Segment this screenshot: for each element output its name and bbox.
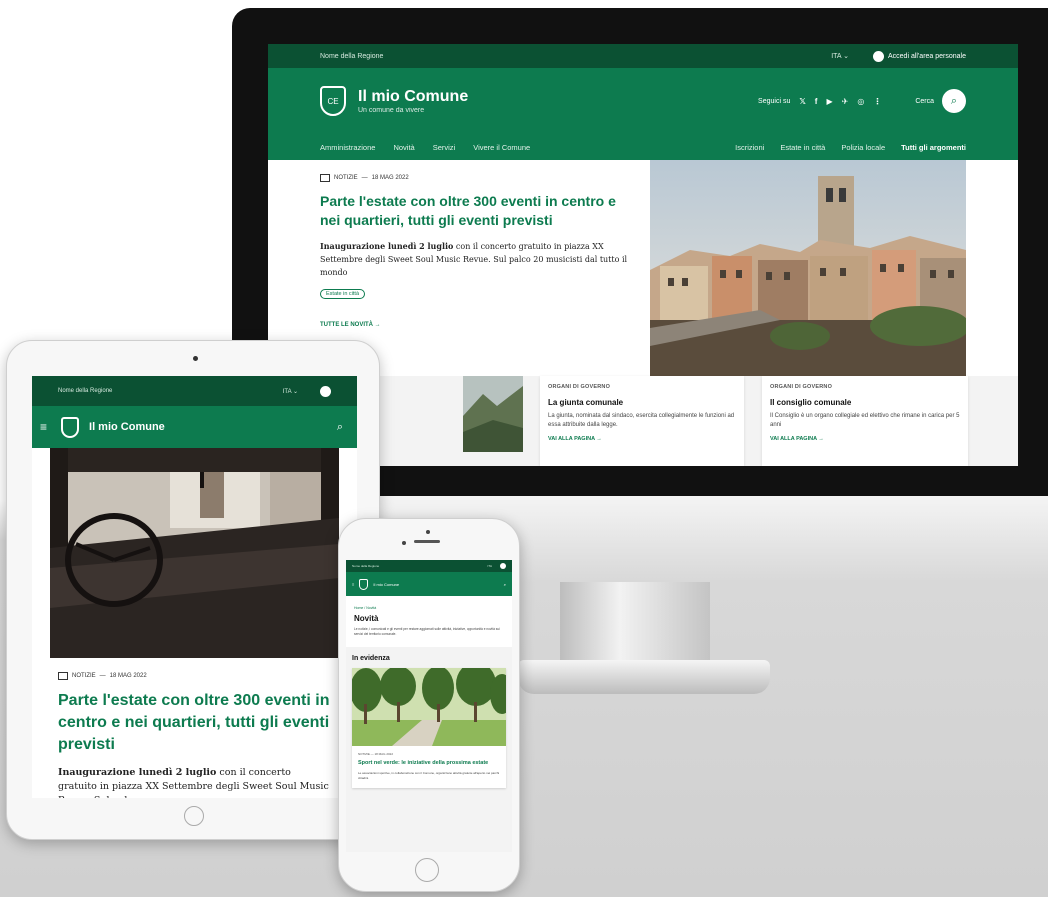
phone-screen: Nome della Regione ITA ≡ Il mio Comune ⌕… <box>346 560 512 852</box>
language-selector[interactable]: ITA <box>488 564 492 568</box>
phone-home-button <box>415 858 439 882</box>
section-title: In evidenza <box>352 655 390 662</box>
phone-sensor <box>402 541 406 545</box>
featured-section: In evidenza NOTIZIE — 18 MAG 2022 Sport … <box>346 647 512 852</box>
card-link[interactable]: VAI ALLA PAGINA → <box>548 436 736 442</box>
site-brand[interactable]: Il mio Comune Un comune da vivere <box>358 88 758 114</box>
article-image <box>50 448 339 658</box>
article-body: Inaugurazione lunedì 2 luglio con il con… <box>58 767 329 798</box>
article-meta: NOTIZIE — 18 MAG 2022 <box>58 672 331 680</box>
card-thumbnail <box>463 376 523 452</box>
rss-icon[interactable]: ⋮ <box>873 97 881 106</box>
page-intro: Le notizie, i comunicati e gli eventi pe… <box>354 627 500 636</box>
all-news-link[interactable]: TUTTE LE NOVITÀ → <box>320 322 630 328</box>
nav-item-estate-in-citta[interactable]: Estate in città <box>780 143 825 152</box>
hamburger-menu-icon[interactable]: ≡ <box>352 582 354 587</box>
phone-header: ≡ Il mio Comune ⌕ <box>346 572 512 596</box>
comune-crest-icon[interactable] <box>61 416 80 438</box>
calendar-icon <box>58 672 68 680</box>
card-title[interactable]: Il consiglio comunale <box>770 398 960 407</box>
region-link[interactable]: Nome della Regione <box>58 388 283 394</box>
user-icon <box>873 50 884 62</box>
desktop-main-nav: Amministrazione Novità Servizi Vivere il… <box>268 134 1018 160</box>
social-links: Seguici su 𝕏 f ▶ ✈ ◎ ⋮ <box>758 97 881 106</box>
search-icon[interactable]: ⌕ <box>337 421 343 434</box>
governance-cards: ORGANI DI GOVERNO La giunta comunale La … <box>268 376 1018 466</box>
comune-crest-icon[interactable]: CE <box>320 86 346 116</box>
facebook-icon[interactable]: f <box>815 97 818 106</box>
article-title[interactable]: Parte l'estate con oltre 300 eventi in c… <box>58 690 331 756</box>
hamburger-menu-icon[interactable]: ≡ <box>40 420 47 434</box>
search-button[interactable]: Cerca ⌕ <box>915 89 966 113</box>
card-title[interactable]: Sport nel verde: le iniziative della pro… <box>358 760 500 767</box>
user-icon[interactable] <box>320 385 331 397</box>
tablet-screen: Nome della Regione ITA ⌄ ≡ Il mio Comune… <box>32 376 357 798</box>
search-label: Cerca <box>915 97 934 105</box>
site-subtitle: Un comune da vivere <box>358 107 425 114</box>
card-giunta[interactable]: ORGANI DI GOVERNO La giunta comunale La … <box>540 376 744 466</box>
twitter-icon[interactable]: 𝕏 <box>799 97 805 106</box>
site-title[interactable]: Il mio Comune <box>373 582 503 587</box>
whatsapp-icon[interactable]: ◎ <box>857 97 864 106</box>
language-selector[interactable]: ITA ⌄ <box>831 52 849 60</box>
card-consiglio[interactable]: ORGANI DI GOVERNO Il consiglio comunale … <box>762 376 968 466</box>
language-selector[interactable]: ITA ⌄ <box>283 388 298 395</box>
topic-chip[interactable]: Estate in città <box>320 289 366 299</box>
desktop-header: CE Il mio Comune Un comune da vivere Seg… <box>268 68 1018 134</box>
telegram-icon[interactable]: ✈ <box>842 97 849 106</box>
region-link[interactable]: Nome della Regione <box>320 53 831 60</box>
youtube-icon[interactable]: ▶ <box>826 97 832 106</box>
breadcrumb[interactable]: Home / Novità <box>354 606 504 610</box>
phone-speaker <box>414 540 440 543</box>
hero-section: NOTIZIE — 18 MAG 2022 Parte l'estate con… <box>268 160 1018 376</box>
nav-item-polizia-locale[interactable]: Polizia locale <box>841 143 885 152</box>
card-image <box>352 668 506 746</box>
region-link[interactable]: Nome della Regione <box>352 564 488 568</box>
featured-card[interactable]: NOTIZIE — 18 MAG 2022 Sport nel verde: l… <box>352 668 506 788</box>
follow-label: Seguici su <box>758 97 791 105</box>
hero-image <box>650 160 966 376</box>
nav-item-iscrizioni[interactable]: Iscrizioni <box>735 143 764 152</box>
nav-item-amministrazione[interactable]: Amministrazione <box>320 143 375 152</box>
tablet-topbar: Nome della Regione ITA ⌄ <box>32 376 357 406</box>
phone-camera <box>426 530 430 534</box>
calendar-icon <box>320 174 330 182</box>
card-text: Le associazioni sportive, in collaborazi… <box>358 771 500 780</box>
nav-item-servizi[interactable]: Servizi <box>433 143 456 152</box>
site-title[interactable]: Il mio Comune <box>89 421 337 433</box>
tablet-home-button <box>184 806 204 826</box>
hero-title[interactable]: Parte l'estate con oltre 300 eventi in c… <box>320 192 630 230</box>
card-link[interactable]: VAI ALLA PAGINA → <box>770 436 960 442</box>
card-title[interactable]: La giunta comunale <box>548 398 736 407</box>
phone-topbar: Nome della Regione ITA <box>346 560 512 572</box>
card-meta: NOTIZIE — 18 MAG 2022 <box>358 752 394 756</box>
desktop-topbar: Nome della Regione ITA ⌄ Accedi all'area… <box>268 44 1018 68</box>
monitor-stand-base <box>518 660 770 694</box>
monitor-stand <box>560 582 710 662</box>
nav-item-vivere-il-comune[interactable]: Vivere il Comune <box>473 143 530 152</box>
comune-crest-icon[interactable] <box>359 578 369 590</box>
tablet-camera <box>193 356 198 361</box>
site-title[interactable]: Il mio Comune <box>358 88 758 106</box>
hero-meta: NOTIZIE — 18 MAG 2022 <box>320 174 630 182</box>
login-button[interactable]: Accedi all'area personale <box>873 50 966 62</box>
hero-body: Inaugurazione lunedì 2 luglio con il con… <box>320 241 628 277</box>
user-icon[interactable] <box>500 563 506 569</box>
page-title: Novità <box>354 614 379 623</box>
search-icon[interactable]: ⌕ <box>942 89 966 113</box>
search-icon[interactable]: ⌕ <box>504 582 506 587</box>
desktop-screen: Nome della Regione ITA ⌄ Accedi all'area… <box>268 44 1018 466</box>
tablet-header: ≡ Il mio Comune ⌕ <box>32 406 357 448</box>
nav-item-novita[interactable]: Novità <box>393 143 414 152</box>
nav-item-tutti-gli-argomenti[interactable]: Tutti gli argomenti <box>901 143 966 152</box>
